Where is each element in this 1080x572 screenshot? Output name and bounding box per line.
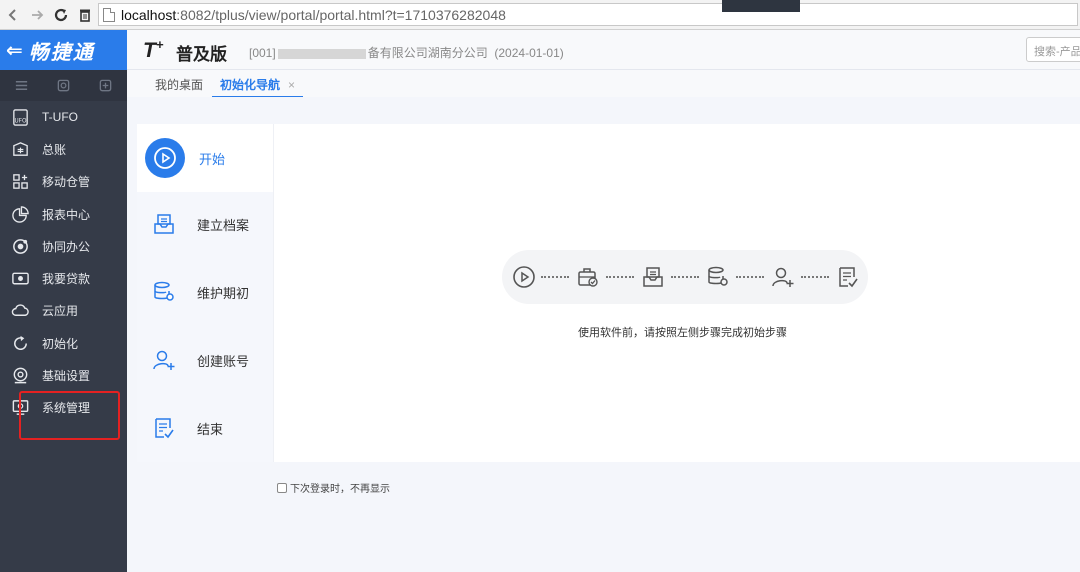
add-shortcut-button[interactable]	[98, 78, 114, 94]
sidebar-item-label: 云应用	[42, 304, 79, 319]
delete-button[interactable]	[74, 4, 96, 26]
ufo-icon: UFO	[10, 107, 30, 127]
checklist-icon	[151, 415, 177, 441]
database-settings-icon	[706, 265, 730, 289]
guide-hint: 使用软件前，请按照左侧步骤完成初始步骤	[578, 327, 787, 339]
step-label: 建立档案	[197, 217, 250, 233]
add-user-icon	[151, 347, 177, 373]
tab-init-guide[interactable]: 初始化导航 ×	[212, 76, 304, 98]
logo[interactable]: ⇐ 畅捷通	[0, 30, 127, 70]
address-bar[interactable]: localhost:8082/tplus/view/portal/portal.…	[98, 3, 1078, 26]
sidebar-item-collab[interactable]: 协同办公	[0, 230, 127, 262]
sidebar-item-label: 基础设置	[42, 369, 91, 384]
play-icon	[145, 138, 185, 178]
collab-icon	[10, 236, 30, 256]
inbox-icon	[151, 211, 177, 237]
sidebar-item-label: 我要贷款	[42, 272, 91, 287]
sidebar-item-loan[interactable]: 我要贷款	[0, 262, 127, 294]
sidebar-item-label: 协同办公	[42, 239, 91, 254]
add-user-icon	[771, 265, 795, 289]
sidebar-item-ledger[interactable]: 总账	[0, 133, 127, 165]
briefcase-check-icon	[576, 265, 600, 289]
bookmark-icon	[57, 79, 70, 92]
flow-connector	[606, 276, 634, 278]
window-overlay	[722, 0, 800, 12]
trash-icon	[80, 9, 90, 22]
grid-plus-icon	[10, 172, 30, 192]
step-maintain-opening[interactable]: 维护期初	[137, 258, 273, 326]
page-icon	[103, 7, 115, 22]
reload-button[interactable]	[50, 4, 72, 26]
logo-text: 畅捷通	[28, 41, 95, 64]
flow-connector	[801, 276, 829, 278]
dont-show-again[interactable]: 下次登录时，不再显示	[277, 480, 390, 495]
step-label: 维护期初	[197, 285, 250, 301]
sidebar-item-basic-settings[interactable]: 基础设置	[0, 359, 127, 391]
redacted-text	[277, 48, 366, 59]
collapse-arrow-icon: ⇐	[6, 39, 23, 62]
sidebar-item-label: 初始化	[42, 336, 79, 351]
tab-bar: 我的桌面 初始化导航 ×	[127, 70, 1080, 98]
sidebar-item-system-management[interactable]: 系统管理	[0, 392, 127, 424]
sidebar-item-label: 移动仓管	[42, 175, 91, 190]
refresh-icon	[10, 333, 30, 353]
browser-toolbar: localhost:8082/tplus/view/portal/portal.…	[0, 0, 1080, 30]
flow-connector	[541, 276, 569, 278]
sidebar-item-label: T-UFO	[42, 110, 78, 125]
flow-connector	[736, 276, 764, 278]
sidebar: UFO T-UFO 总账 移动仓管 报表中心 协同办公 我要贷款 云应用 初始化…	[0, 70, 127, 572]
svg-text:UFO: UFO	[14, 118, 26, 124]
tab-my-desktop[interactable]: 我的桌面	[155, 76, 203, 93]
product-name: 普及版	[176, 45, 227, 64]
dont-show-label: 下次登录时，不再显示	[290, 484, 390, 495]
menu-toggle-button[interactable]	[13, 78, 29, 94]
add-icon	[100, 79, 112, 92]
sidebar-item-label: 总账	[42, 142, 67, 157]
favorites-button[interactable]	[55, 78, 71, 94]
company-info: [001] 备有限公司湖南分公司 (2024-01-01)	[249, 46, 564, 60]
sidebar-item-cloud[interactable]: 云应用	[0, 295, 127, 327]
search-input[interactable]: 搜索-产品	[1026, 37, 1080, 62]
back-button[interactable]	[2, 4, 24, 26]
step-label: 开始	[199, 151, 226, 167]
close-icon[interactable]: ×	[288, 78, 295, 92]
reload-icon	[54, 8, 68, 21]
flow-connector	[671, 276, 699, 278]
play-icon	[512, 265, 536, 289]
app-header: ⇐ 畅捷通 T+ 普及版 [001] 备有限公司湖南分公司 (2024-01-01…	[0, 30, 1080, 70]
inbox-icon	[641, 265, 665, 289]
forward-button[interactable]	[26, 4, 48, 26]
step-create-archive[interactable]: 建立档案	[137, 190, 273, 258]
back-arrow-icon	[8, 8, 16, 21]
dont-show-checkbox[interactable]	[277, 482, 287, 493]
ledger-icon	[10, 139, 30, 159]
cloud-icon	[10, 301, 30, 321]
pie-chart-icon	[10, 204, 30, 224]
step-finish[interactable]: 结束	[137, 394, 273, 462]
system-icon	[10, 398, 30, 418]
sidebar-item-mobile-warehouse[interactable]: 移动仓管	[0, 166, 127, 198]
sidebar-item-init[interactable]: 初始化	[0, 327, 127, 359]
loan-icon	[10, 269, 30, 289]
sidebar-item-label: 系统管理	[42, 401, 91, 416]
menu-icon	[15, 81, 27, 90]
url-text: localhost:8082/tplus/view/portal/portal.…	[121, 6, 506, 23]
sidebar-item-reports[interactable]: 报表中心	[0, 198, 127, 230]
steps-panel: 开始 建立档案 维护期初 创建账号 结束	[137, 124, 273, 462]
sidebar-item-tufo[interactable]: UFO T-UFO	[0, 101, 127, 133]
database-settings-icon	[151, 279, 177, 305]
sidebar-item-label: 报表中心	[42, 207, 91, 222]
sidebar-toolbar	[0, 70, 127, 101]
product-mark: T+	[143, 37, 164, 62]
step-create-account[interactable]: 创建账号	[137, 326, 273, 394]
forward-arrow-icon	[32, 9, 44, 20]
checklist-icon	[836, 265, 860, 289]
tab-label: 初始化导航	[220, 78, 281, 92]
step-label: 创建账号	[197, 353, 250, 369]
step-label: 结束	[197, 421, 224, 437]
app-root: localhost:8082/tplus/view/portal/portal.…	[0, 0, 1080, 572]
settings-icon	[10, 366, 30, 386]
step-start[interactable]: 开始	[137, 124, 273, 192]
